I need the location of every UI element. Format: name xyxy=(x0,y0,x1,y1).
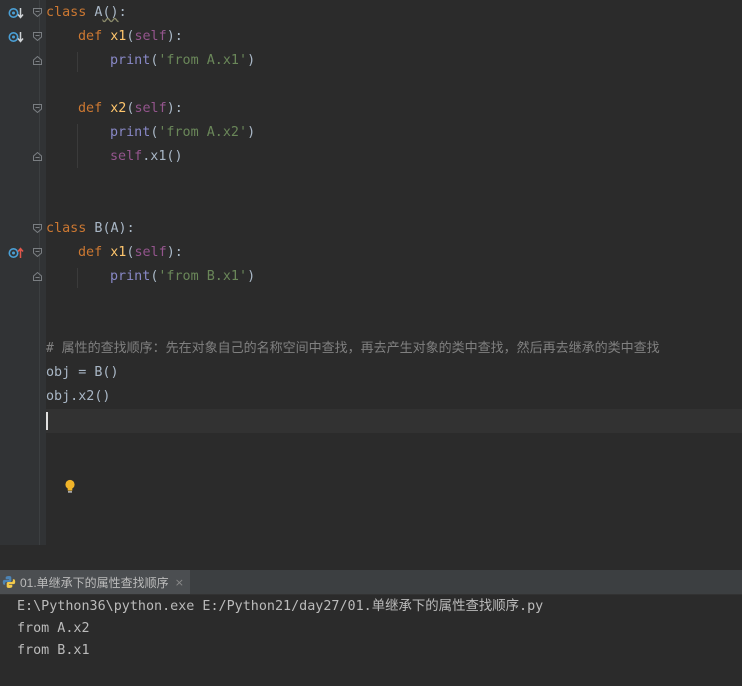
self-param: self xyxy=(134,245,167,260)
close-icon[interactable]: × xyxy=(175,576,184,589)
run-tool-window-header: 01.单继承下的属性查找顺序 × xyxy=(0,570,742,595)
punctuation: ) xyxy=(247,269,256,284)
punctuation: : xyxy=(126,221,135,236)
code-line-print[interactable]: print('from A.x1') xyxy=(110,49,255,73)
code-line-assign[interactable]: obj = B() xyxy=(46,361,119,385)
code-line-print[interactable]: print('from A.x2') xyxy=(110,121,255,145)
method-call: .x1() xyxy=(142,149,183,164)
builtin: print xyxy=(110,125,151,140)
console-output-line: from B.x1 xyxy=(17,643,90,658)
function-name: x2 xyxy=(110,101,127,116)
code-line-call[interactable]: obj.x2() xyxy=(46,385,111,409)
fold-marker-icon[interactable] xyxy=(33,8,42,17)
keyword: def xyxy=(78,101,103,116)
punctuation: : xyxy=(118,5,127,20)
current-line-highlight xyxy=(46,409,742,433)
text-caret xyxy=(46,412,48,430)
panel-separator xyxy=(0,545,742,570)
keyword: def xyxy=(78,29,103,44)
code-line-def-x1[interactable]: def x1(self): xyxy=(78,241,183,265)
keyword: class xyxy=(46,5,87,20)
console-output-line: from A.x2 xyxy=(17,621,90,636)
code-line-def-x2[interactable]: def x2(self): xyxy=(78,97,183,121)
run-tab[interactable]: 01.单继承下的属性查找顺序 × xyxy=(0,570,190,594)
string-literal: 'from A.x1' xyxy=(158,53,248,68)
lightbulb-icon[interactable] xyxy=(63,478,77,496)
code-line-class-b[interactable]: class B(A): xyxy=(46,217,135,241)
overridden-method-icon[interactable] xyxy=(8,6,24,20)
keyword: class xyxy=(46,221,87,236)
string-literal: 'from B.x1' xyxy=(158,269,248,284)
string-literal: 'from A.x2' xyxy=(158,125,248,140)
code-line-class-a[interactable]: class A(): xyxy=(46,1,127,25)
class-bases: (A) xyxy=(102,221,127,236)
punctuation: ) xyxy=(247,125,256,140)
indent-guide xyxy=(77,268,78,288)
python-icon xyxy=(2,576,16,588)
self-ref: self xyxy=(110,149,143,164)
overridden-method-icon[interactable] xyxy=(8,30,24,44)
function-name: x1 xyxy=(110,245,127,260)
punctuation: ) xyxy=(247,53,256,68)
keyword: def xyxy=(78,245,103,260)
punctuation: ): xyxy=(166,29,183,44)
fold-end-icon[interactable] xyxy=(33,272,42,281)
run-tab-label: 01.单继承下的属性查找顺序 xyxy=(20,575,169,590)
code-line-self-call[interactable]: self.x1() xyxy=(110,145,183,169)
fold-marker-icon[interactable] xyxy=(33,224,42,233)
fold-marker-icon[interactable] xyxy=(33,32,42,41)
code-comment[interactable]: # 属性的查找顺序：先在对象自己的名称空间中查找，再去产生对象的类中查找，然后再… xyxy=(46,337,660,361)
self-param: self xyxy=(134,101,167,116)
punctuation: ): xyxy=(166,245,183,260)
fold-end-icon[interactable] xyxy=(33,56,42,65)
punctuation: ): xyxy=(166,101,183,116)
indent-guide xyxy=(77,52,78,72)
function-name: x1 xyxy=(110,29,127,44)
code-editor[interactable]: class A(): def x1(self): print('from A.x… xyxy=(0,0,742,545)
class-bases: () xyxy=(102,5,119,20)
overriding-method-icon[interactable] xyxy=(8,246,24,260)
fold-marker-icon[interactable] xyxy=(33,104,42,113)
fold-end-icon[interactable] xyxy=(33,152,42,161)
code-line-print[interactable]: print('from B.x1') xyxy=(110,265,255,289)
self-param: self xyxy=(134,29,167,44)
code-line-def-x1[interactable]: def x1(self): xyxy=(78,25,183,49)
indent-guide xyxy=(77,124,78,168)
fold-marker-icon[interactable] xyxy=(33,248,42,257)
builtin: print xyxy=(110,269,151,284)
builtin: print xyxy=(110,53,151,68)
console-command-line: E:\Python36\python.exe E:/Python21/day27… xyxy=(17,599,544,614)
run-console[interactable]: E:\Python36\python.exe E:/Python21/day27… xyxy=(0,595,742,686)
